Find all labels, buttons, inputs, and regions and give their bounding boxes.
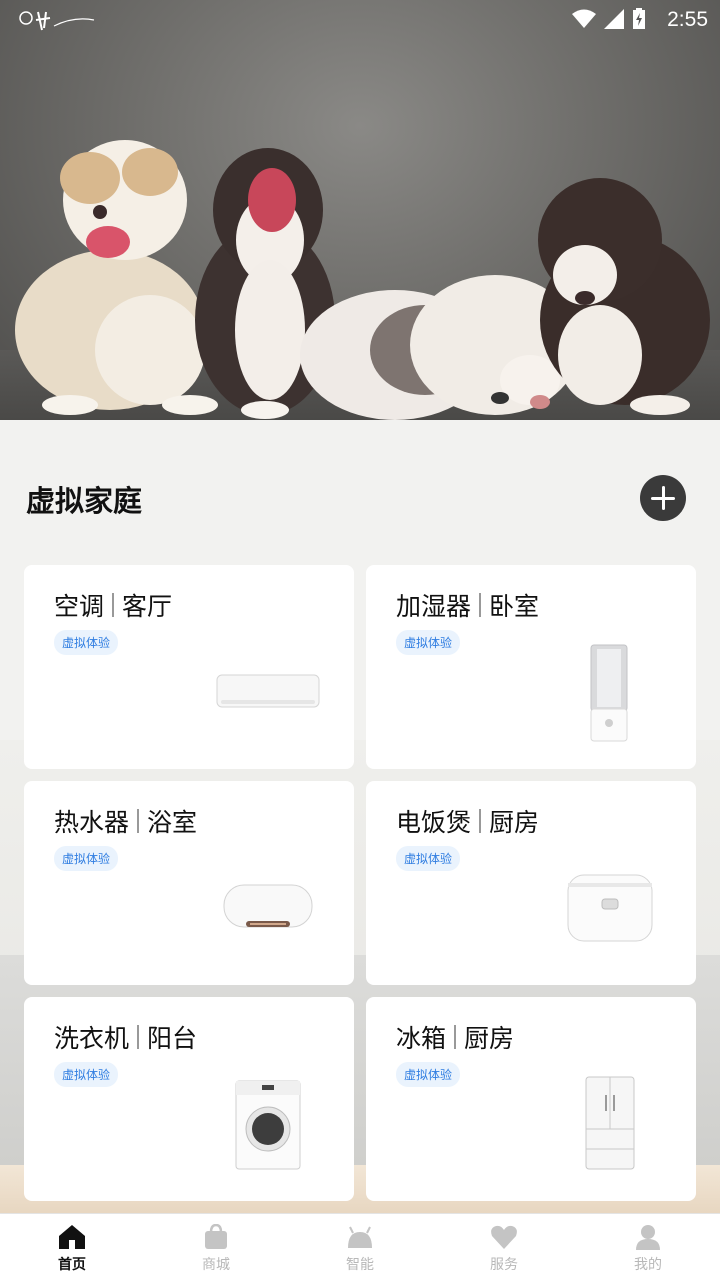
rice-cooker-image (567, 874, 653, 942)
device-card-air-conditioner[interactable]: 空调 客厅 虚拟体验 (24, 565, 354, 769)
battery-charging-icon (633, 8, 645, 29)
nav-label: 商城 (202, 1257, 230, 1273)
device-name: 电饭煲 (396, 808, 472, 837)
status-time: 2:55 (667, 8, 708, 31)
card-title: 加湿器 卧室 (396, 587, 539, 623)
room-name: 浴室 (147, 808, 198, 837)
card-title: 电饭煲 厨房 (396, 803, 539, 839)
device-name: 冰箱 (396, 1024, 447, 1053)
puppies-illustration (15, 140, 710, 420)
device-name: 洗衣机 (54, 1024, 130, 1053)
device-card-humidifier[interactable]: 加湿器 卧室 虚拟体验 (366, 565, 696, 769)
nav-item-home[interactable]: 首页 (0, 1214, 144, 1280)
water-heater-image (223, 884, 313, 928)
hero-banner-image: 2:55 (0, 0, 720, 420)
device-card-refrigerator[interactable]: 冰箱 厨房 虚拟体验 (366, 997, 696, 1201)
title-divider (454, 1025, 457, 1049)
nav-item-service[interactable]: 服务 (432, 1214, 576, 1280)
person-icon (636, 1225, 660, 1250)
title-divider (479, 593, 482, 617)
washing-machine-image (235, 1080, 301, 1170)
card-title: 冰箱 厨房 (396, 1019, 514, 1055)
nav-label: 首页 (58, 1257, 86, 1273)
device-name: 加湿器 (396, 592, 472, 621)
card-title: 热水器 浴室 (54, 803, 197, 839)
title-divider (137, 809, 140, 833)
room-name: 客厅 (122, 592, 173, 621)
bottom-navigation: 首页 商城 智能 服务 我的 (0, 1213, 720, 1280)
nav-item-smart[interactable]: 智能 (288, 1214, 432, 1280)
refrigerator-image (585, 1076, 635, 1170)
room-name: 卧室 (489, 592, 540, 621)
section-title: 虚拟家庭 (26, 484, 143, 518)
device-card-rice-cooker[interactable]: 电饭煲 厨房 虚拟体验 (366, 781, 696, 985)
nav-item-profile[interactable]: 我的 (576, 1214, 720, 1280)
device-name: 空调 (54, 592, 105, 621)
room-name: 厨房 (489, 808, 540, 837)
virtual-experience-badge: 虚拟体验 (54, 846, 119, 871)
status-bar: 2:55 (0, 0, 720, 40)
section-header: 虚拟家庭 (24, 470, 696, 526)
shopping-bag-icon (205, 1224, 227, 1249)
home-icon (59, 1225, 85, 1249)
status-icons (572, 8, 646, 30)
device-card-washing-machine[interactable]: 洗衣机 阳台 虚拟体验 (24, 997, 354, 1201)
virtual-experience-badge: 虚拟体验 (396, 630, 461, 655)
title-divider (137, 1025, 140, 1049)
nav-label: 服务 (490, 1257, 518, 1273)
device-card-water-heater[interactable]: 热水器 浴室 虚拟体验 (24, 781, 354, 985)
card-title: 空调 客厅 (54, 587, 172, 623)
room-name: 厨房 (464, 1024, 515, 1053)
nav-label: 我的 (634, 1257, 662, 1273)
device-name: 热水器 (54, 808, 130, 837)
card-title: 洗衣机 阳台 (54, 1019, 197, 1055)
humidifier-image (590, 644, 628, 742)
nav-label: 智能 (346, 1257, 374, 1273)
wifi-icon (572, 9, 596, 28)
air-conditioner-image (216, 674, 320, 708)
virtual-experience-badge: 虚拟体验 (54, 1062, 119, 1087)
nav-item-mall[interactable]: 商城 (144, 1214, 288, 1280)
virtual-experience-badge: 虚拟体验 (396, 1062, 461, 1087)
add-home-button[interactable] (640, 475, 686, 521)
signal-icon (604, 9, 624, 29)
room-name: 阳台 (147, 1024, 198, 1053)
title-divider (112, 593, 115, 617)
photo-watermark-logo (19, 11, 95, 31)
title-divider (479, 809, 482, 833)
virtual-experience-badge: 虚拟体验 (396, 846, 461, 871)
heart-icon (491, 1225, 517, 1249)
android-icon (348, 1226, 372, 1248)
virtual-experience-badge: 虚拟体验 (54, 630, 119, 655)
